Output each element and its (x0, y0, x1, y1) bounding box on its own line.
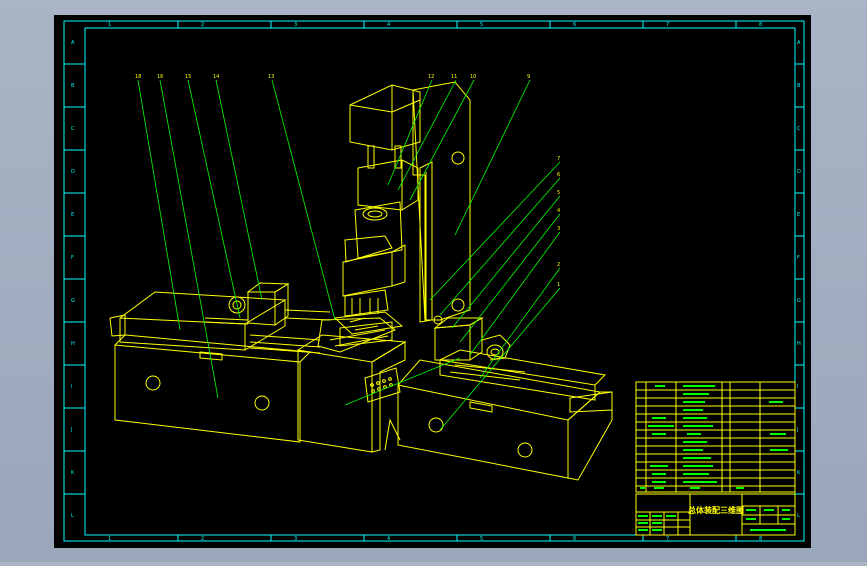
zone-right-j: J (796, 427, 798, 433)
leader-label-5: 5 (557, 190, 560, 196)
zone-bottom-5: 5 (480, 536, 483, 542)
zone-right-c: C (797, 126, 801, 132)
zone-bottom-1: 1 (108, 536, 111, 542)
zone-bottom-3: 3 (294, 536, 297, 542)
leader-label-10: 10 (470, 74, 476, 80)
leader-label-4: 4 (557, 208, 560, 214)
zone-right-b: B (797, 83, 801, 89)
zone-right-e: E (797, 212, 800, 218)
zone-left-e: E (71, 212, 74, 218)
cad-viewport[interactable]: 1 2 3 4 5 6 7 8 1 2 3 4 5 6 7 8 A B C D … (0, 0, 867, 562)
leader-label-14: 14 (213, 74, 219, 80)
zone-top-2: 2 (201, 22, 204, 28)
zone-right-i: I (797, 384, 798, 390)
leader-label-6: 6 (557, 172, 560, 178)
zone-top-7: 7 (666, 22, 669, 28)
zone-right-f: F (797, 255, 800, 261)
zone-left-f: F (71, 255, 74, 261)
zone-right-l: L (797, 513, 800, 519)
zone-bottom-2: 2 (201, 536, 204, 542)
zone-left-j: J (70, 427, 72, 433)
zone-left-a: A (71, 40, 75, 46)
zone-bottom-6: 6 (573, 536, 576, 542)
leader-label-16: 16 (157, 74, 163, 80)
zone-right-d: D (797, 169, 801, 175)
leader-label-15: 15 (185, 74, 191, 80)
leader-label-2: 2 (557, 262, 560, 268)
leader-label-13: 13 (268, 74, 274, 80)
zone-right-g: G (797, 298, 801, 304)
zone-bottom-4: 4 (387, 536, 390, 542)
assembly-drawing: 1 2 3 4 5 6 7 8 1 2 3 4 5 6 7 8 A B C D … (54, 15, 811, 548)
zone-left-g: G (71, 298, 75, 304)
zone-left-c: C (71, 126, 75, 132)
leader-label-12: 12 (428, 74, 434, 80)
leader-label-9: 9 (527, 74, 530, 80)
zone-bottom-8: 8 (759, 536, 762, 542)
zone-bottom-7: 7 (666, 536, 669, 542)
zone-top-1: 1 (108, 22, 111, 28)
leader-label-3: 3 (557, 226, 560, 232)
zone-top-4: 4 (387, 22, 390, 28)
zone-right-h: H (797, 341, 801, 347)
drawing-title: 总体装配三维图 (688, 505, 744, 515)
zone-right-a: A (797, 40, 801, 46)
zone-top-8: 8 (759, 22, 762, 28)
zone-left-h: H (71, 341, 75, 347)
leader-label-11: 11 (451, 74, 457, 80)
zone-left-l: L (71, 513, 74, 519)
zone-left-i: I (71, 384, 72, 390)
zone-top-3: 3 (294, 22, 297, 28)
zone-top-6: 6 (573, 22, 576, 28)
zone-left-d: D (71, 169, 75, 175)
zone-top-5: 5 (480, 22, 483, 28)
leader-label-18: 18 (135, 74, 141, 80)
zone-left-b: B (71, 83, 75, 89)
leader-label-7: 7 (557, 156, 560, 162)
leader-label-1: 1 (557, 282, 560, 288)
